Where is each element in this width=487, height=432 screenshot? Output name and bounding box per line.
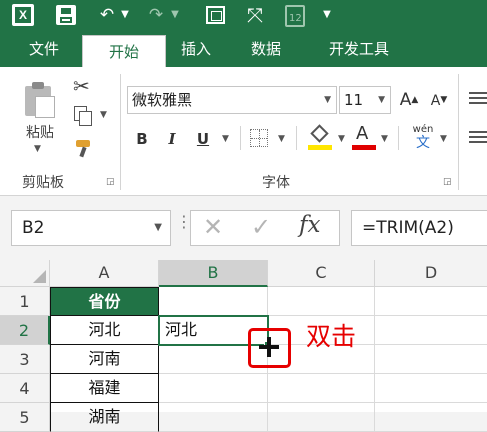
phonetic-top: wén [412,124,434,135]
cell-d5[interactable] [375,403,487,432]
underline-dropdown-icon[interactable]: ▼ [222,134,229,144]
cell-a2[interactable]: 河北 [50,316,159,345]
clipboard-launcher-icon[interactable]: ◲ [106,177,115,187]
fill-color-icon[interactable] [308,124,332,151]
align-top-icon[interactable] [469,92,487,104]
font-color-dropdown-icon[interactable]: ▼ [381,134,388,144]
form-icon[interactable]: 12 [285,5,305,27]
border-icon[interactable] [250,129,268,147]
format-painter-icon[interactable] [74,138,94,158]
border-dropdown-icon[interactable]: ▼ [278,134,285,144]
fill-color-dropdown-icon[interactable]: ▼ [338,134,345,144]
formula-bar-more-icon[interactable]: ⋮ [176,214,192,230]
row-header-4[interactable]: 4 [0,374,50,403]
tab-home[interactable]: 开始 [82,35,166,67]
font-name-combobox[interactable]: 微软雅黑 ▼ [127,86,337,114]
cell-c5[interactable] [268,403,375,432]
excel-icon: X [12,4,34,26]
cell-c4[interactable] [268,374,375,403]
grow-font-letter: A [399,90,412,110]
enter-icon[interactable]: ✓ [251,213,271,241]
align-left-icon[interactable] [469,131,487,143]
cell-a5[interactable]: 湖南 [50,403,159,432]
cell-d2[interactable] [375,316,487,345]
cut-icon[interactable]: ✂ [73,74,90,98]
column-header-b[interactable]: B [159,260,268,287]
cancel-icon[interactable]: ✕ [203,213,223,241]
undo-icon[interactable]: ↶ [96,4,118,26]
grow-font-button[interactable]: A▲ [398,86,420,114]
double-click-label: 双击 [306,322,357,351]
redo-icon[interactable]: ↷ [145,4,167,26]
cell-a3[interactable]: 河南 [50,345,159,374]
cell-d1[interactable] [375,287,487,316]
fullscreen-icon[interactable]: ⤧ [244,4,266,26]
cell-d4[interactable] [375,374,487,403]
tab-file[interactable]: 文件 [14,31,74,67]
font-size-dropdown-icon[interactable]: ▼ [378,87,385,113]
screenshot-icon[interactable] [206,6,225,24]
customize-dropdown-icon[interactable]: ▼ [320,4,334,26]
font-divider [240,126,241,150]
font-name-dropdown-icon[interactable]: ▼ [324,87,331,113]
shrink-font-letter: A [430,93,441,109]
form-badge: 12 [289,13,302,24]
select-all-corner[interactable] [0,260,50,287]
cell-a1[interactable]: 省份 [50,287,159,316]
tab-insert[interactable]: 插入 [170,31,222,67]
name-box-value: B2 [22,218,45,238]
column-header-c[interactable]: C [268,260,375,287]
column-header-a[interactable]: A [50,260,159,287]
row-header-3[interactable]: 3 [0,345,50,374]
group-divider [458,74,459,190]
shrink-font-button[interactable]: A▼ [428,86,450,115]
font-color-letter: A [356,123,369,144]
paste-dropdown-icon[interactable]: ▼ [34,144,41,154]
tab-developer[interactable]: 开发工具 [316,31,402,67]
formula-buttons: ✕ ✓ fx [190,210,340,246]
name-box-dropdown-icon[interactable]: ▼ [154,211,162,245]
cell-b5[interactable] [159,403,268,432]
font-size-value: 11 [344,91,364,109]
formula-input[interactable]: =TRIM(A2) [351,210,487,246]
bold-button[interactable]: B [131,125,153,153]
font-divider [398,126,399,150]
tab-data[interactable]: 数据 [236,31,296,67]
group-divider [120,74,121,190]
font-name-value: 微软雅黑 [132,91,193,109]
clipboard-group-label: 剪贴板 [22,175,64,191]
cell-c1[interactable] [268,287,375,316]
paste-icon[interactable] [22,80,56,118]
font-group-label: 字体 [262,175,290,191]
undo-dropdown-icon[interactable]: ▼ [118,4,132,26]
phonetic-dropdown-icon[interactable]: ▼ [440,134,447,144]
font-divider [296,126,297,150]
cell-b4[interactable] [159,374,268,403]
redo-dropdown-icon[interactable]: ▼ [168,4,182,26]
row-header-1[interactable]: 1 [0,287,50,316]
font-size-combobox[interactable]: 11 ▼ [339,86,391,114]
name-box[interactable]: B2 ▼ [11,210,171,246]
italic-button[interactable]: I [162,125,182,153]
column-header-d[interactable]: D [375,260,487,287]
phonetic-bottom: 文 [416,135,430,151]
save-icon[interactable] [56,5,76,25]
copy-icon[interactable] [74,106,92,126]
phonetic-guide-icon[interactable]: wén 文 [410,124,436,152]
paste-button[interactable]: 粘贴 [20,122,60,142]
row-header-5[interactable]: 5 [0,403,50,432]
underline-button[interactable]: U [193,125,213,153]
cell-d3[interactable] [375,345,487,374]
font-launcher-icon[interactable]: ◲ [443,177,452,187]
insert-function-icon[interactable]: fx [299,212,320,238]
row-header-2[interactable]: 2 [0,316,50,345]
crosshair-cursor-icon [257,335,281,359]
font-color-icon[interactable]: A [352,123,376,151]
copy-dropdown-icon[interactable]: ▼ [100,110,107,120]
cell-b1[interactable] [159,287,268,316]
cell-a4[interactable]: 福建 [50,374,159,403]
